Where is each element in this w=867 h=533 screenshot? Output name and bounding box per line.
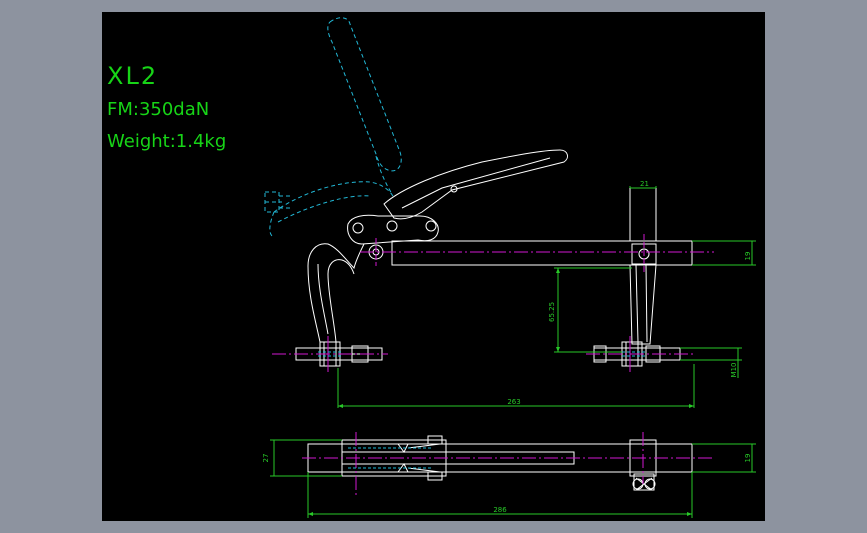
hidden-lines (318, 351, 646, 469)
dim-thread: M10 (730, 363, 738, 378)
clamp-drawing: 21 19 65.25 M10 263 27 19 286 (262, 17, 756, 518)
dim-base-height: 27 (262, 454, 270, 463)
dim-base-bar-height: 19 (744, 454, 752, 463)
dim-vertical-adjust: 65.25 (548, 302, 556, 322)
drawing-canvas: XL2 FM:350daN Weight:1.4kg 21 19 65.25 M… (102, 12, 765, 521)
dim-overall-length: 286 (493, 506, 507, 514)
phantom-handle-open (264, 17, 402, 237)
dim-arm-width: 21 (640, 180, 649, 188)
dim-bar-height: 19 (744, 252, 752, 261)
dim-reach: 263 (507, 398, 520, 406)
clamp-body-outline (295, 149, 693, 491)
dimension-arrows (308, 268, 694, 516)
dimension-lines (270, 186, 756, 518)
